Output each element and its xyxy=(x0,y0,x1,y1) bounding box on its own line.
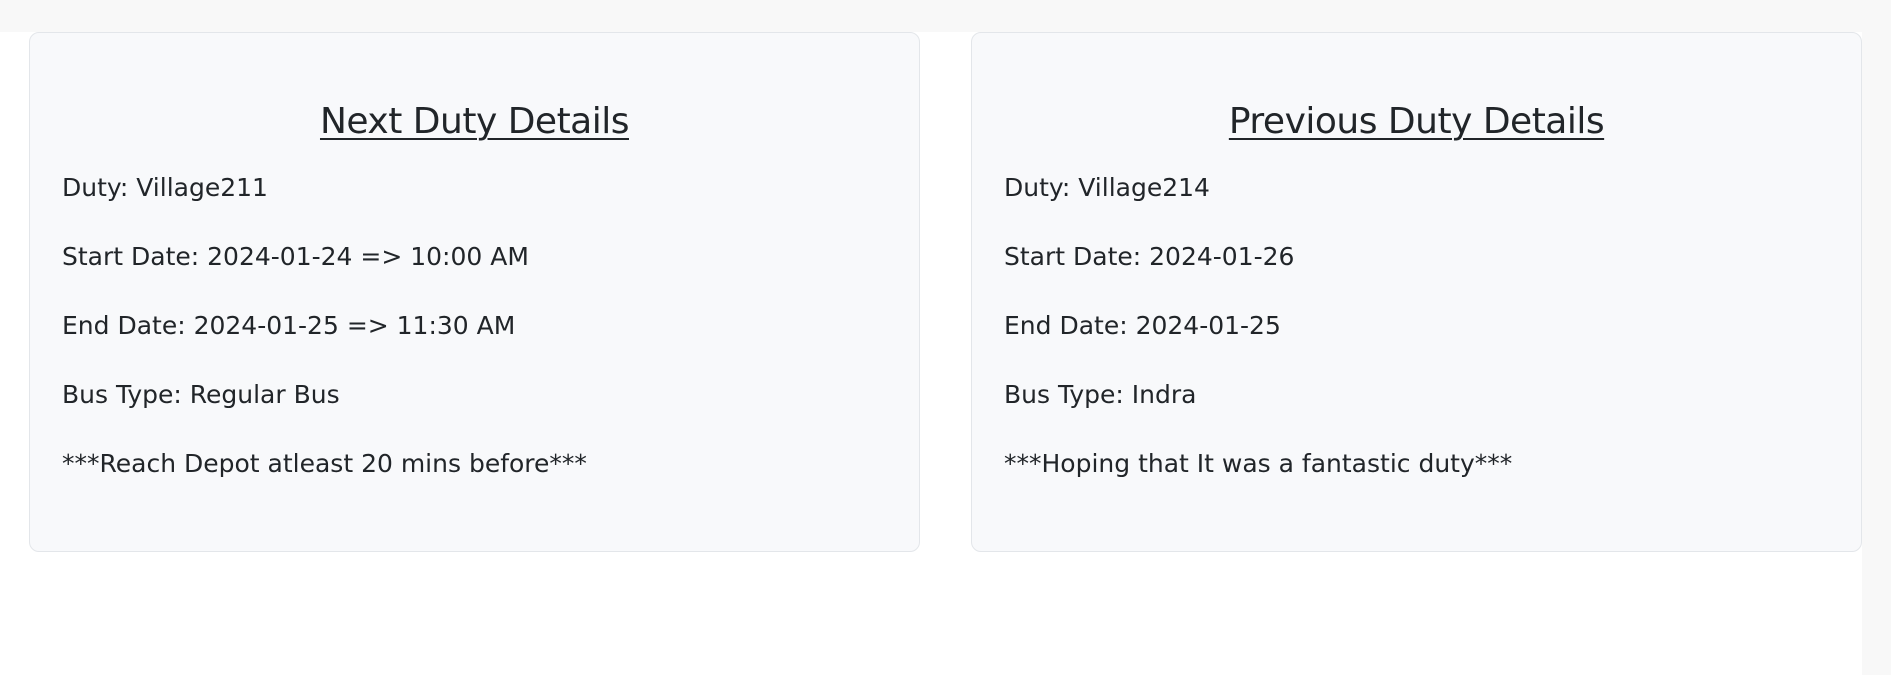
next-duty-note: ***Reach Depot atleast 20 mins before*** xyxy=(62,449,587,478)
previous-duty-note: ***Hoping that It was a fantastic duty**… xyxy=(1004,449,1513,478)
next-duty-duty: Duty: Village211 xyxy=(62,173,268,202)
previous-duty-card: Previous Duty Details Duty: Village214 S… xyxy=(971,32,1862,552)
next-duty-bus-type: Bus Type: Regular Bus xyxy=(62,380,340,409)
next-duty-card: Next Duty Details Duty: Village211 Start… xyxy=(29,32,920,552)
previous-duty-details: Duty: Village214 Start Date: 2024-01-26 … xyxy=(1004,173,1829,478)
previous-duty-duty: Duty: Village214 xyxy=(1004,173,1210,202)
next-duty-end-date: End Date: 2024-01-25 => 11:30 AM xyxy=(62,311,516,340)
next-duty-title: Next Duty Details xyxy=(319,101,630,142)
previous-duty-start-date: Start Date: 2024-01-26 xyxy=(1004,242,1295,271)
previous-duty-end-date: End Date: 2024-01-25 xyxy=(1004,311,1281,340)
next-duty-details: Duty: Village211 Start Date: 2024-01-24 … xyxy=(62,173,887,478)
previous-duty-bus-type: Bus Type: Indra xyxy=(1004,380,1197,409)
previous-duty-title: Previous Duty Details xyxy=(1228,101,1605,142)
next-duty-start-date: Start Date: 2024-01-24 => 10:00 AM xyxy=(62,242,529,271)
